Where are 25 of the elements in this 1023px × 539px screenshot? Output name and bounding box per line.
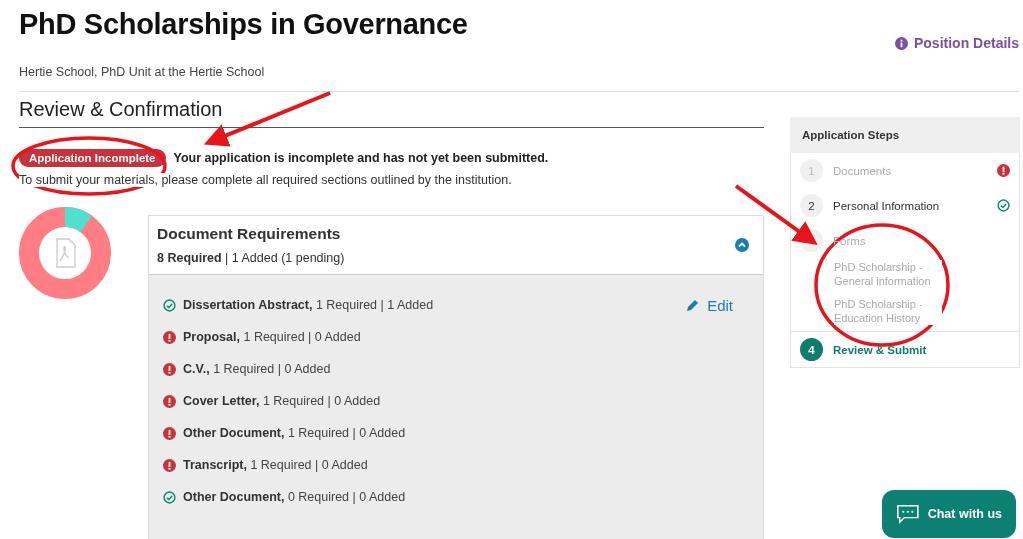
pencil-icon	[686, 298, 701, 312]
page-title: PhD Scholarships in Governance	[19, 8, 468, 41]
step-item[interactable]: 2 Personal Information	[791, 188, 1019, 223]
instruction-text: To submit your materials, please complete all required sections outlined by the institution.	[19, 173, 512, 187]
card-title: Document Requirements	[157, 225, 342, 243]
section-heading: Review & Confirmation	[19, 98, 764, 128]
requirement-text: Cover Letter, 1 Required | 0 Added	[183, 394, 382, 408]
info-icon	[894, 36, 908, 50]
status-message: Your application is incomplete and has not yet been submitted.	[173, 151, 549, 165]
chevron-up-icon[interactable]	[735, 238, 749, 252]
institution-subtitle: Hertie School, PhD Unit at the Hertie School	[19, 65, 266, 79]
requirement-text: Dissertation Abstract, 1 Required | 1 Added	[183, 298, 435, 312]
position-details-link[interactable]: Position Details	[894, 35, 1019, 51]
step-item[interactable]: 4 Review & Submit	[791, 331, 1019, 368]
chat-bubble-icon	[896, 503, 920, 525]
requirement-text: Other Document, 1 Required | 0 Added	[183, 426, 407, 440]
edit-button[interactable]: Edit	[680, 295, 739, 315]
requirement-text: Transcript, 1 Required | 0 Added	[183, 458, 369, 472]
requirement-text: C.V., 1 Required | 0 Added	[183, 362, 332, 376]
status-badge: Application Incomplete	[19, 149, 166, 167]
requirement-text: Proposal, 1 Required | 0 Added	[183, 330, 362, 344]
chat-button[interactable]: Chat with us	[882, 490, 1016, 538]
requirements-summary: 8 Required | 1 Added (1 pending)	[157, 251, 345, 265]
steps-heading: Application Steps	[790, 117, 1020, 153]
requirement-text: Other Document, 0 Required | 0 Added	[183, 490, 407, 504]
